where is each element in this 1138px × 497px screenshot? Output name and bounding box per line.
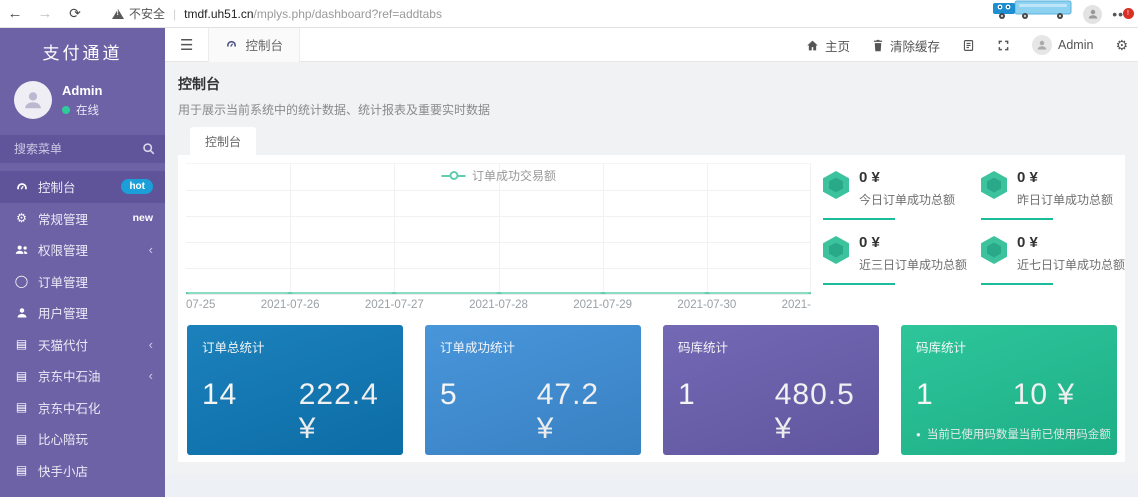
gauge-icon	[225, 38, 238, 51]
document-icon	[962, 39, 975, 52]
stat-underline	[981, 218, 1053, 220]
orders-chart: 订单成功交易额 2021-07-25 2021-07-26 2021-07-27…	[186, 163, 811, 315]
url-path: /mplys.php/dashboard?ref=addtabs	[254, 7, 442, 21]
hexagon-icon	[981, 171, 1007, 199]
user-avatar	[14, 81, 52, 119]
cogs-icon: ⚙	[14, 211, 29, 225]
circle-icon: ◯	[14, 274, 29, 288]
list-icon: ▤	[14, 432, 29, 446]
sidebar-item-users[interactable]: 用户管理	[0, 297, 165, 329]
document-check-button[interactable]	[962, 39, 975, 52]
chart-plot-area: 订单成功交易额	[186, 163, 811, 295]
tab-dashboard[interactable]: 控制台	[208, 28, 300, 62]
card-success-orders: 订单成功统计 547.2 ¥ ●当前订单成功数量 当前订单成功金额	[425, 325, 641, 455]
more-menu-icon[interactable]: ••!	[1112, 6, 1130, 22]
hexagon-icon	[823, 236, 849, 264]
fullscreen-icon	[997, 39, 1010, 52]
avatar-icon	[1032, 35, 1052, 55]
notification-badge: !	[1123, 8, 1134, 19]
fullscreen-button[interactable]	[997, 39, 1010, 52]
user-status: 在线	[62, 102, 102, 118]
stat-underline	[981, 283, 1053, 285]
sidebar-item-general[interactable]: ⚙ 常规管理 new	[0, 203, 165, 235]
list-icon: ▤	[14, 369, 29, 383]
user-icon	[14, 307, 29, 319]
chart-legend[interactable]: 订单成功交易额	[441, 167, 556, 184]
main-area: ☰ 控制台 主页 清除缓存	[165, 28, 1138, 497]
warning-icon	[112, 9, 124, 19]
stat-3days: 0 ¥近三日订单成功总额	[823, 234, 967, 285]
legend-line-marker-icon	[441, 175, 465, 177]
truck-graphic	[991, 0, 1073, 26]
footer	[165, 474, 1138, 497]
hexagon-icon	[981, 236, 1007, 264]
chart-x-axis: 2021-07-25 2021-07-26 2021-07-27 2021-07…	[186, 297, 811, 315]
refresh-icon[interactable]: ⟳	[60, 5, 90, 22]
user-name: Admin	[62, 83, 102, 98]
card-total-orders: 订单总统计 14222.4 ¥ ●当前订单总数量 当前订单总金额	[187, 325, 403, 455]
sidebar: 支付通道 Admin 在线 控制台 hot ⚙ 常规管理 ne	[0, 28, 165, 497]
card-codes-available: 码库统计 1480.5 ¥ ●当前可使用码数量 当前可使用码金额	[663, 325, 879, 455]
stat-yesterday: 0 ¥昨日订单成功总额	[981, 169, 1125, 220]
profile-avatar-icon[interactable]	[1083, 5, 1102, 24]
user-panel: Admin 在线	[0, 73, 165, 131]
gear-icon: ⚙	[1115, 37, 1128, 54]
sidebar-item-jd-sinopec[interactable]: ▤ 京东中石化	[0, 392, 165, 424]
list-icon: ▤	[14, 463, 29, 477]
sidebar-menu: 控制台 hot ⚙ 常规管理 new 权限管理 ‹ ◯ 订单管理 用户管理 ▤	[0, 171, 165, 486]
search-icon	[142, 142, 155, 160]
clear-cache-button[interactable]: 清除缓存	[872, 36, 940, 55]
back-icon[interactable]: ←	[0, 5, 30, 22]
page-title: 控制台	[178, 74, 490, 94]
dashboard-panel: 订单成功交易额 2021-07-25 2021-07-26 2021-07-27…	[178, 155, 1125, 462]
address-bar[interactable]: 不安全 | tmdf.uh51.cn/mplys.php/dashboard?r…	[112, 5, 442, 22]
new-badge: new	[133, 212, 153, 224]
trash-icon	[872, 39, 884, 52]
list-icon: ▤	[14, 337, 29, 351]
settings-button[interactable]: ⚙	[1115, 37, 1128, 54]
chevron-left-icon: ‹	[149, 242, 153, 257]
stat-7days: 0 ¥近七日订单成功总额	[981, 234, 1125, 285]
home-icon	[806, 39, 819, 52]
users-icon	[14, 243, 29, 257]
legend-label: 订单成功交易额	[472, 167, 556, 184]
hot-badge: hot	[121, 179, 153, 194]
gauge-icon	[14, 180, 29, 194]
page-subtitle: 用于展示当前系统中的统计数据、统计报表及重要实时数据	[178, 101, 490, 118]
content-tab-dashboard[interactable]: 控制台	[190, 127, 256, 155]
sidebar-item-tmall-pay[interactable]: ▤ 天猫代付 ‹	[0, 329, 165, 361]
summary-stats: 0 ¥今日订单成功总额 0 ¥昨日订单成功总额 0 ¥近三日订单成功总额	[823, 169, 1119, 285]
url-host: tmdf.uh51.cn	[184, 7, 253, 21]
card-codes-used: 码库统计 110 ¥ ●当前已使用码数量 当前已使用码金额	[901, 325, 1117, 455]
home-button[interactable]: 主页	[806, 36, 850, 55]
stat-underline	[823, 218, 895, 220]
sidebar-item-orders[interactable]: ◯ 订单管理	[0, 266, 165, 298]
stat-underline	[823, 283, 895, 285]
sidebar-item-kuaishou[interactable]: ▤ 快手小店	[0, 455, 165, 487]
menu-search-input[interactable]	[0, 135, 165, 163]
summary-cards: 订单总统计 14222.4 ¥ ●当前订单总数量 当前订单总金额 订单成功统计 …	[187, 325, 1117, 455]
list-icon: ▤	[14, 400, 29, 414]
online-dot-icon	[62, 106, 70, 114]
chevron-left-icon: ‹	[149, 368, 153, 383]
forward-icon[interactable]: →	[30, 5, 60, 22]
hexagon-icon	[823, 171, 849, 199]
sidebar-item-jd-sinopec-oil[interactable]: ▤ 京东中石油 ‹	[0, 360, 165, 392]
url-separator: |	[173, 7, 176, 21]
dot-icon: ●	[916, 430, 921, 439]
sidebar-item-dashboard[interactable]: 控制台 hot	[0, 171, 165, 203]
browser-toolbar: ← → ⟳ 不安全 | tmdf.uh51.cn/mplys.php/dashb…	[0, 0, 1138, 28]
top-navbar: ☰ 控制台 主页 清除缓存	[165, 28, 1138, 62]
chevron-left-icon: ‹	[149, 337, 153, 352]
sidebar-item-bixin[interactable]: ▤ 比心陪玩	[0, 423, 165, 455]
sidebar-item-permissions[interactable]: 权限管理 ‹	[0, 234, 165, 266]
security-label: 不安全	[129, 5, 165, 22]
stat-today: 0 ¥今日订单成功总额	[823, 169, 967, 220]
admin-menu[interactable]: Admin	[1032, 35, 1093, 55]
hamburger-icon[interactable]: ☰	[165, 36, 208, 54]
app-title: 支付通道	[0, 28, 165, 73]
